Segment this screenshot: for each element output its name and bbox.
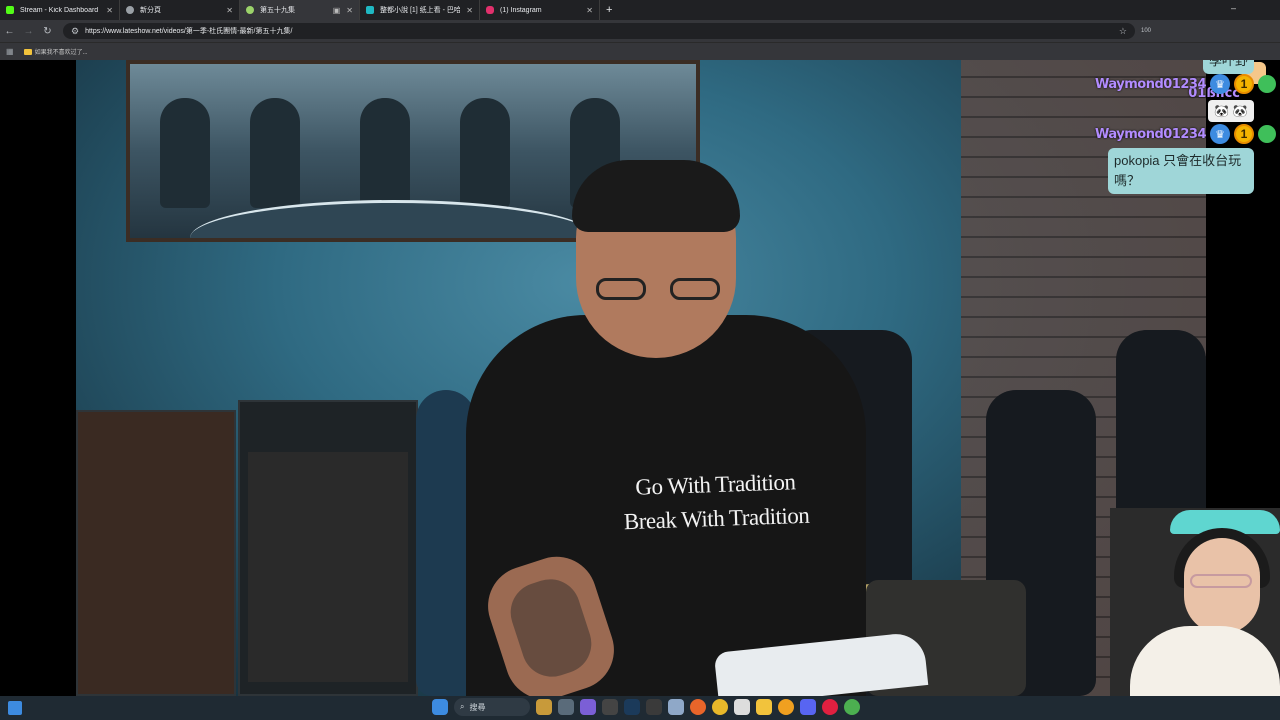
taskbar-apps: ⌕ 搜尋 <box>432 698 860 716</box>
tab-episode-59[interactable]: 第五十九集 ▣ ✕ <box>240 0 360 20</box>
tab-strip: Stream - Kick Dashboard ✕ 新分頁 ✕ 第五十九集 ▣ … <box>0 0 1280 20</box>
app-icon[interactable] <box>778 699 794 715</box>
firefox-icon[interactable] <box>690 699 706 715</box>
chrome-icon[interactable] <box>844 699 860 715</box>
bahamut-icon <box>366 6 374 14</box>
shirt-print: Go With Tradition Break With Tradition <box>605 464 827 540</box>
webcam-overlay <box>1110 508 1280 696</box>
bookmark-star-icon[interactable]: ☆ <box>1119 26 1127 37</box>
streamer-shirt <box>1130 626 1280 696</box>
tab-label: (1) Instagram <box>500 6 542 14</box>
folder-icon <box>23 48 32 55</box>
apps-grid-icon[interactable]: ▦ <box>6 47 14 56</box>
video-stage: Go With Tradition Break With Tradition 0… <box>0 60 1280 696</box>
extension-counter[interactable]: 100 <box>1135 28 1157 34</box>
tab-kick-dashboard[interactable]: Stream - Kick Dashboard ✕ <box>0 0 120 20</box>
crown-badge-icon: ♛ <box>1210 74 1230 94</box>
tab-label: Stream - Kick Dashboard <box>20 6 99 14</box>
close-icon[interactable]: ✕ <box>466 6 473 15</box>
tab-label: 第五十九集 <box>260 7 295 14</box>
chat-username: Waymond01234 <box>1095 126 1207 142</box>
steam-icon[interactable] <box>624 699 640 715</box>
bookmarks-bar: ▦ 如果我不喜欢过了... <box>0 42 1280 60</box>
chrome-icon[interactable] <box>712 699 728 715</box>
globe-icon <box>126 6 134 14</box>
gift-badge-icon: 1 <box>1234 124 1254 144</box>
forward-icon[interactable]: → <box>19 26 38 37</box>
new-tab-button[interactable]: + <box>600 4 618 16</box>
chat-user-row: Waymond01234 ♛ 1 <box>1095 124 1276 144</box>
crown-badge-icon: ♛ <box>1210 124 1230 144</box>
app-icon[interactable] <box>734 699 750 715</box>
emoji-badge-icon <box>1258 75 1276 93</box>
tab-new-tab[interactable]: 新分頁 ✕ <box>120 0 240 20</box>
taskbar: ⌕ 搜尋 <box>0 696 1280 720</box>
close-icon[interactable]: ✕ <box>346 6 353 15</box>
close-icon[interactable]: ✕ <box>226 6 233 15</box>
chat-emote: 🐼 🐼 <box>1208 100 1254 122</box>
video-player[interactable]: Go With Tradition Break With Tradition <box>76 60 1206 696</box>
app-icon[interactable] <box>822 699 838 715</box>
start-icon[interactable] <box>432 699 448 715</box>
site-info-icon[interactable]: ⚙ <box>71 26 79 37</box>
app-icon[interactable] <box>536 699 552 715</box>
close-icon[interactable]: ✕ <box>586 6 593 15</box>
emoji-badge-icon <box>1258 125 1276 143</box>
amplifier <box>238 400 418 696</box>
poster-figure <box>360 98 410 208</box>
navigation-bar: ← → ↻ ⚙ https://www.lateshow.net/videos/… <box>0 20 1280 42</box>
streamer-glasses <box>1190 574 1252 588</box>
search-icon: ⌕ <box>460 702 465 711</box>
file-explorer-icon[interactable] <box>756 699 772 715</box>
search-label: 搜尋 <box>469 702 486 712</box>
reload-icon[interactable]: ↻ <box>38 26 57 37</box>
url-text: https://www.lateshow.net/videos/第一季-杜氏團情… <box>85 28 293 35</box>
poster-figure <box>460 98 510 208</box>
host-glasses <box>596 278 736 300</box>
host-hair <box>572 160 740 232</box>
address-bar[interactable]: ⚙ https://www.lateshow.net/videos/第一季-杜氏… <box>63 23 1135 39</box>
widgets-icon[interactable] <box>8 701 22 715</box>
chat-user-row: Waymond01234 ♛ 1 <box>1095 74 1276 94</box>
discord-icon[interactable] <box>800 699 816 715</box>
chat-message: 學吓野 <box>1202 60 1254 74</box>
app-icon[interactable] <box>558 699 574 715</box>
mail-icon[interactable] <box>668 699 684 715</box>
amp-grille <box>248 452 408 682</box>
mute-icon[interactable]: ▣ <box>333 6 341 15</box>
chat-username: Waymond01234 <box>1095 76 1207 92</box>
kick-icon <box>6 6 14 14</box>
tab-instagram[interactable]: (1) Instagram ✕ <box>480 0 600 20</box>
tab-label: 整都小說 [1] 纸上看 - 巴哈姆特 <box>380 7 461 14</box>
close-icon[interactable]: ✕ <box>106 6 113 15</box>
instagram-icon <box>486 6 494 14</box>
poster-figure <box>160 98 210 208</box>
taskbar-search[interactable]: ⌕ 搜尋 <box>454 698 530 716</box>
amplifier <box>76 410 236 696</box>
bookmark-label: 如果我不喜欢过了... <box>34 50 88 56</box>
chat-message: pokopia 只會在收台玩嗎？ <box>1108 148 1254 194</box>
back-icon[interactable]: ← <box>0 26 19 37</box>
latenight-icon <box>246 6 254 14</box>
app-icon[interactable] <box>580 699 596 715</box>
app-icon[interactable] <box>602 699 618 715</box>
tab-label: 新分頁 <box>140 7 161 14</box>
tab-bahamut[interactable]: 整都小說 [1] 纸上看 - 巴哈姆特 ✕ <box>360 0 480 20</box>
app-icon[interactable] <box>646 699 662 715</box>
poster-figure <box>250 98 300 208</box>
gift-badge-icon: 1 <box>1234 74 1254 94</box>
chat-overlay: 01ßllcc 學吓野 Waymond01234 ♛ 1 🐼 🐼 Waymond… <box>1090 60 1280 260</box>
bookmark-item[interactable]: 如果我不喜欢过了... <box>23 47 88 56</box>
minimize-button[interactable]: – <box>1231 3 1236 13</box>
